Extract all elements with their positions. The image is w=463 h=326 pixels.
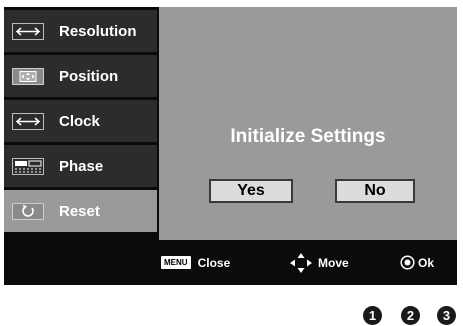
menu-item-phase[interactable]: Phase xyxy=(4,145,157,187)
close-hint: MENU Close xyxy=(161,240,230,285)
ok-label: Ok xyxy=(418,255,435,270)
menu-item-label: Resolution xyxy=(59,22,137,40)
close-label: Close xyxy=(197,255,231,270)
menu-item-position[interactable]: Position xyxy=(4,55,157,97)
menu-item-label: Position xyxy=(59,67,119,85)
callout-2: 2 xyxy=(401,306,420,325)
dialog-title: Initialize Settings xyxy=(230,126,386,147)
position-icon xyxy=(12,67,44,85)
menu-key-icon: MENU xyxy=(161,256,191,269)
menu-item-clock[interactable]: Clock xyxy=(4,100,157,142)
ok-button-icon xyxy=(400,255,415,270)
callout-1: 1 xyxy=(363,306,382,325)
settings-panel: Initialize Settings Yes No xyxy=(159,7,457,240)
move-label: Move xyxy=(318,255,349,270)
sidebar-menu: Resolution Position Clock Phase Reset xyxy=(4,7,157,240)
resolution-icon xyxy=(12,22,44,40)
phase-icon xyxy=(12,157,44,175)
ok-hint: Ok xyxy=(400,240,434,285)
move-hint: Move xyxy=(289,240,349,285)
yes-button[interactable]: Yes xyxy=(209,179,293,203)
osd-menu: Resolution Position Clock Phase Reset In… xyxy=(4,7,457,285)
menu-item-resolution[interactable]: Resolution xyxy=(4,10,157,52)
move-arrows-icon xyxy=(289,252,313,274)
menu-item-reset[interactable]: Reset xyxy=(4,190,157,232)
callout-3: 3 xyxy=(437,306,456,325)
clock-icon xyxy=(12,112,44,130)
menu-item-label: Phase xyxy=(59,157,104,175)
reset-icon xyxy=(12,202,44,220)
no-button[interactable]: No xyxy=(335,179,415,203)
menu-item-label: Reset xyxy=(59,202,100,220)
menu-item-label: Clock xyxy=(59,112,100,130)
footer-bar: MENU Close Move Ok xyxy=(159,240,457,285)
